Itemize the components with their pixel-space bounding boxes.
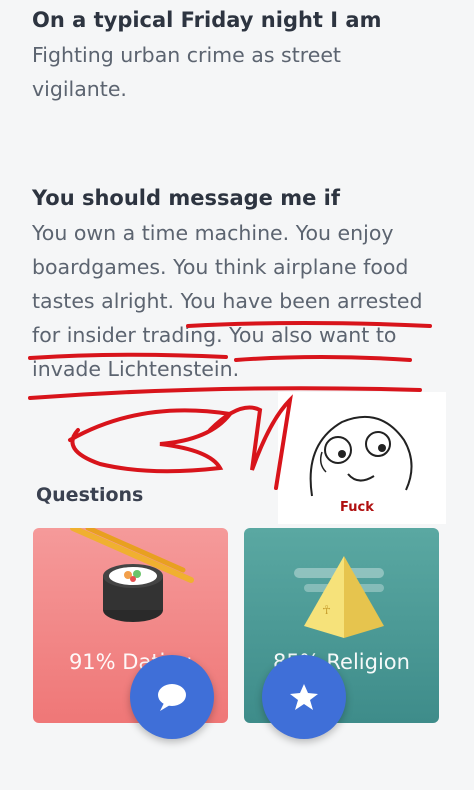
star-icon: [290, 684, 318, 710]
message-heading: You should message me if: [32, 186, 340, 210]
friday-heading: On a typical Friday night I am: [32, 8, 382, 32]
scribble-mark: [68, 408, 234, 474]
message-text: You own a time machine. You enjoy boardg…: [32, 221, 423, 381]
chat-bubble-icon: [158, 684, 186, 711]
chat-button[interactable]: [130, 655, 214, 739]
meme-caption: Fuck: [340, 500, 374, 515]
friday-section: On a typical Friday night I am Fighting …: [32, 8, 442, 106]
meme-face-image: Fuck: [278, 392, 446, 524]
questions-title: Questions: [36, 484, 144, 506]
friday-text: Fighting urban crime as street vigilante…: [32, 43, 341, 101]
favorite-button[interactable]: [262, 655, 346, 739]
svg-text:☥: ☥: [322, 603, 331, 617]
message-section: You should message me if You own a time …: [32, 186, 442, 386]
